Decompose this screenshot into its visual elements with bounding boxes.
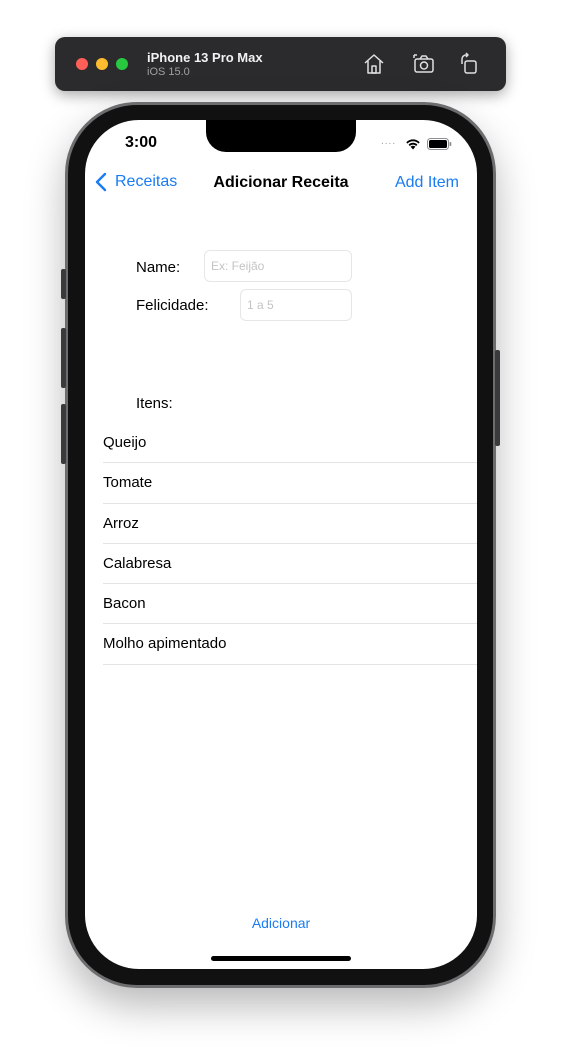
items-list: Queijo Tomate Arroz Calabresa Bacon Molh… bbox=[103, 423, 477, 665]
happiness-input[interactable] bbox=[240, 289, 352, 321]
mute-switch bbox=[61, 269, 66, 299]
battery-icon bbox=[427, 137, 452, 150]
simulator-toolbar: iPhone 13 Pro Max iOS 15.0 bbox=[55, 37, 506, 91]
list-item[interactable]: Calabresa bbox=[103, 544, 477, 585]
list-item[interactable]: Molho apimentado bbox=[103, 624, 477, 665]
volume-up-button bbox=[61, 328, 66, 388]
wifi-icon bbox=[405, 137, 421, 150]
status-time: 3:00 bbox=[125, 134, 158, 151]
list-item[interactable]: Bacon bbox=[103, 584, 477, 625]
simulator-device-name: iPhone 13 Pro Max bbox=[147, 50, 263, 65]
rotate-icon[interactable] bbox=[457, 52, 481, 76]
home-indicator bbox=[211, 956, 351, 961]
happiness-label: Felicidade: bbox=[136, 297, 209, 314]
list-item[interactable]: Arroz bbox=[103, 504, 477, 544]
name-input[interactable] bbox=[204, 250, 352, 282]
notch bbox=[206, 120, 356, 152]
list-item[interactable]: Queijo bbox=[103, 423, 477, 464]
power-button bbox=[495, 350, 500, 446]
volume-down-button bbox=[61, 404, 66, 464]
items-section-label: Itens: bbox=[136, 395, 173, 412]
close-window-button[interactable] bbox=[76, 58, 88, 70]
home-icon[interactable] bbox=[362, 52, 386, 76]
simulator-os-version: iOS 15.0 bbox=[147, 66, 190, 78]
phone-screen: 3:00 .... Receitas Adicionar Receita Add… bbox=[85, 120, 477, 969]
screenshot-icon[interactable] bbox=[412, 52, 436, 76]
list-item[interactable]: Tomate bbox=[103, 463, 477, 504]
signal-indicator: .... bbox=[381, 136, 397, 147]
add-item-button[interactable]: Add Item bbox=[395, 174, 459, 192]
name-label: Name: bbox=[136, 259, 181, 276]
submit-button[interactable]: Adicionar bbox=[85, 915, 477, 931]
minimize-window-button[interactable] bbox=[96, 58, 108, 70]
zoom-window-button[interactable] bbox=[116, 58, 128, 70]
